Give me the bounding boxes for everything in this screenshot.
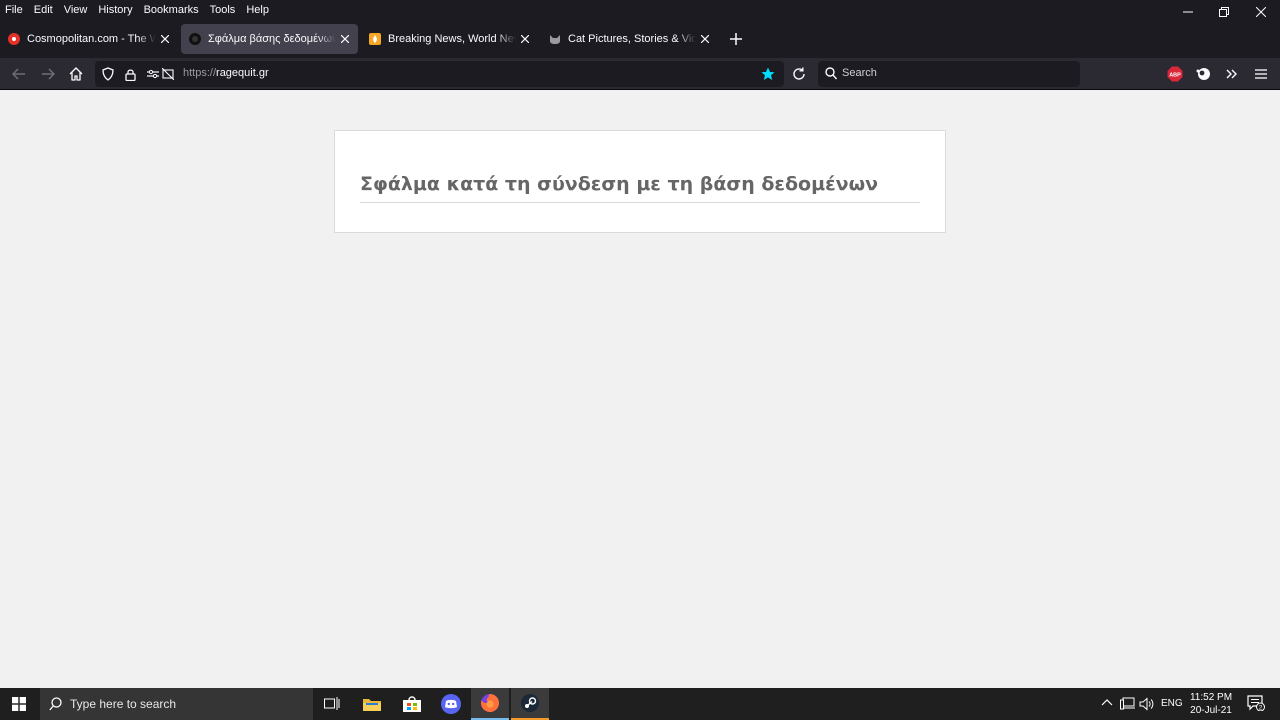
discord-icon (441, 694, 461, 714)
speaker-icon (1139, 697, 1154, 711)
language-indicator[interactable]: ENG (1161, 698, 1183, 709)
network-icon (1120, 697, 1135, 710)
error-heading: Σφάλμα κατά τη σύνδεση με τη βάση δεδομέ… (360, 173, 920, 203)
tab-title: Cat Pictures, Stories & Videos. Cat (568, 33, 696, 45)
url-bar[interactable]: https://ragequit.gr (95, 61, 784, 87)
tab-title: Cosmopolitan.com - The Women's (27, 33, 156, 45)
close-tab-icon[interactable] (696, 30, 714, 48)
bookmark-star-button[interactable] (757, 63, 779, 85)
abp-label: ABP (1169, 73, 1181, 79)
taskbar-search-placeholder: Type here to search (70, 697, 177, 711)
show-hidden-icons-button[interactable] (1101, 698, 1113, 709)
notification-icon: 2 (1247, 695, 1265, 712)
menu-bookmarks[interactable]: Bookmarks (139, 2, 205, 18)
folder-icon (363, 699, 381, 711)
tab-strip: Cosmopolitan.com - The Women's Σφάλμα βά… (0, 20, 1280, 58)
back-button[interactable] (8, 63, 30, 85)
clock-date: 20-Jul-21 (1190, 705, 1232, 716)
overflow-menu-button[interactable] (1221, 63, 1243, 85)
tracking-protection-icon[interactable] (97, 63, 119, 85)
tab-title: Σφάλμα βάσης δεδομένων (208, 33, 336, 45)
search-bar[interactable]: Search (818, 61, 1080, 87)
search-placeholder: Search (842, 67, 877, 79)
notifications-button[interactable]: 2 (1247, 695, 1265, 714)
hamburger-icon (1255, 69, 1267, 79)
tab-title: Breaking News, World News and (388, 33, 516, 45)
extension-icon (1196, 68, 1210, 80)
file-explorer-button[interactable] (353, 688, 391, 720)
network-button[interactable] (1120, 697, 1136, 714)
close-tab-icon[interactable] (156, 30, 174, 48)
back-arrow-icon (12, 68, 25, 80)
forward-arrow-icon (42, 68, 55, 80)
close-tab-icon[interactable] (516, 30, 534, 48)
url-scheme: https:// (183, 67, 217, 79)
notification-count: 2 (1259, 705, 1263, 712)
reload-button[interactable] (788, 63, 810, 85)
cat-favicon-icon (549, 33, 561, 45)
tab-breaking-news[interactable]: Breaking News, World News and (361, 24, 538, 54)
windows-logo-icon (12, 697, 26, 711)
news-favicon-icon (369, 33, 381, 45)
clock[interactable]: 11:52 PM 20-Jul-21 (1184, 691, 1238, 717)
reload-icon (793, 67, 805, 80)
url-host: ragequit.gr (216, 67, 269, 79)
double-chevron-icon (1226, 69, 1237, 79)
new-tab-button[interactable] (726, 29, 746, 49)
discord-button[interactable] (432, 688, 470, 720)
task-view-button[interactable] (313, 688, 351, 720)
steam-icon (521, 694, 539, 712)
plus-icon (730, 33, 742, 45)
page-content: Σφάλμα κατά τη σύνδεση με τη βάση δεδομέ… (0, 90, 1280, 688)
taskbar-search-box[interactable]: Type here to search (40, 688, 313, 720)
menu-file[interactable]: File (0, 2, 29, 18)
clock-time: 11:52 PM (1189, 692, 1233, 703)
error-box: Σφάλμα κατά τη σύνδεση με τη βάση δεδομέ… (334, 130, 946, 233)
firefox-taskbar-button[interactable] (471, 688, 509, 720)
adblock-plus-icon: ABP (1167, 66, 1183, 82)
firefox-icon (480, 694, 499, 712)
store-icon (403, 696, 421, 712)
menu-bar: File Edit View History Bookmarks Tools H… (0, 0, 1280, 20)
cosmopolitan-favicon-icon (8, 33, 20, 45)
chevron-up-icon (1101, 699, 1113, 706)
minimize-icon (1183, 11, 1193, 13)
close-tab-icon[interactable] (336, 30, 354, 48)
home-icon (69, 67, 83, 81)
autoplay-blocked-icon[interactable] (157, 63, 179, 85)
close-icon (1256, 7, 1266, 17)
extension-button[interactable] (1192, 63, 1214, 85)
navigation-toolbar: https://ragequit.gr Search ABP (0, 58, 1280, 90)
start-button[interactable] (0, 688, 38, 720)
adblock-plus-button[interactable]: ABP (1164, 63, 1186, 85)
menu-view[interactable]: View (59, 2, 94, 18)
steam-taskbar-button[interactable] (511, 688, 549, 720)
microsoft-store-button[interactable] (393, 688, 431, 720)
lock-icon[interactable] (119, 63, 141, 85)
menu-edit[interactable]: Edit (29, 2, 59, 18)
url-text: https://ragequit.gr (183, 67, 269, 79)
task-view-icon (324, 697, 340, 710)
search-icon (825, 67, 838, 85)
restore-icon (1219, 7, 1229, 17)
tab-cat-pictures[interactable]: Cat Pictures, Stories & Videos. Cat (541, 24, 718, 54)
star-icon (761, 67, 775, 80)
app-menu-button[interactable] (1250, 63, 1272, 85)
tab-cosmopolitan[interactable]: Cosmopolitan.com - The Women's (0, 24, 178, 54)
forward-button[interactable] (37, 63, 59, 85)
ragequit-favicon-icon (189, 33, 201, 45)
menu-history[interactable]: History (93, 2, 138, 18)
search-icon (49, 697, 62, 716)
taskbar: Type here to search ENG 11:52 PM 20-Jul-… (0, 688, 1280, 720)
menu-tools[interactable]: Tools (205, 2, 242, 18)
home-button[interactable] (65, 63, 87, 85)
tab-database-error[interactable]: Σφάλμα βάσης δεδομένων (181, 24, 358, 54)
menu-help[interactable]: Help (241, 2, 275, 18)
volume-button[interactable] (1139, 697, 1155, 714)
